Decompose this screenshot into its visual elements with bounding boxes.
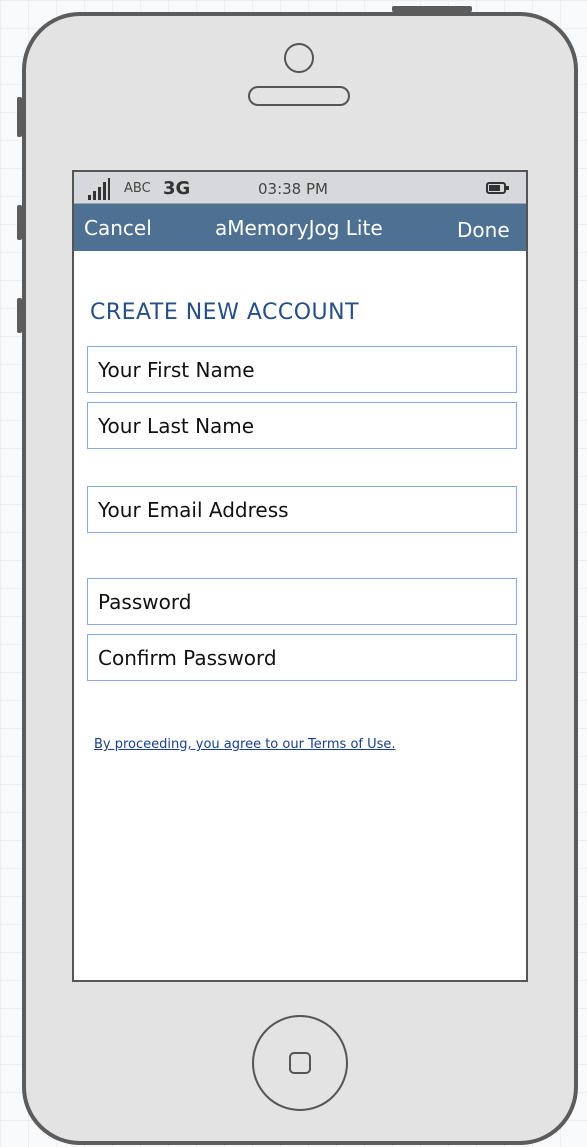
page-title: CREATE NEW ACCOUNT: [90, 300, 360, 325]
phone-screen: ABC 3G 03:38 PM Cancel aMemoryJog Lite D…: [72, 170, 528, 982]
app-title: aMemoryJog Lite: [215, 216, 383, 240]
signal-bars-icon: [88, 178, 118, 200]
camera-icon: [284, 43, 314, 73]
home-square-icon: [289, 1052, 311, 1074]
status-time: 03:38 PM: [258, 180, 328, 198]
password-field[interactable]: [87, 578, 517, 625]
carrier-label: ABC: [124, 181, 151, 196]
battery-icon: [486, 182, 509, 194]
last-name-field[interactable]: [87, 402, 517, 449]
first-name-field[interactable]: [87, 346, 517, 393]
network-type: 3G: [163, 178, 191, 199]
terms-of-use-link[interactable]: By proceeding, you agree to our Terms of…: [94, 737, 396, 752]
status-bar: ABC 3G 03:38 PM: [74, 172, 526, 204]
navigation-bar: Cancel aMemoryJog Lite Done: [74, 204, 526, 251]
confirm-password-field[interactable]: [87, 634, 517, 681]
home-button-icon[interactable]: [252, 1015, 348, 1111]
cancel-button[interactable]: Cancel: [84, 216, 152, 240]
done-button[interactable]: Done: [457, 218, 510, 242]
canvas-background: ABC 3G 03:38 PM Cancel aMemoryJog Lite D…: [0, 0, 587, 1147]
email-field[interactable]: [87, 486, 517, 533]
speaker-icon: [248, 86, 350, 106]
